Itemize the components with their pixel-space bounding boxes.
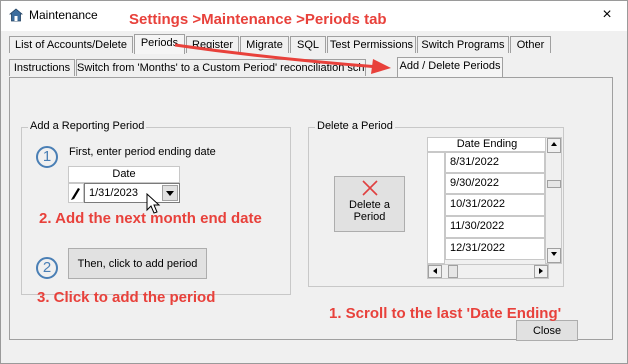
- date-dropdown-button[interactable]: [162, 185, 178, 201]
- annotation-step2: 2. Add the next month end date: [39, 210, 262, 227]
- vertical-scrollbar[interactable]: [545, 137, 562, 264]
- maintenance-window: Maintenance × List of Accounts/Delete Pe…: [0, 0, 628, 364]
- annotation-step1: 1. Scroll to the last 'Date Ending': [329, 305, 562, 322]
- delete-period-button[interactable]: Delete a Period: [334, 176, 405, 232]
- home-icon: [9, 8, 23, 22]
- horizontal-scroll-thumb[interactable]: [448, 265, 458, 278]
- row-indicator: [68, 183, 84, 203]
- date-ending-header: Date Ending: [427, 137, 547, 152]
- annotation-header: Settings >Maintenance >Periods tab: [129, 11, 387, 28]
- close-icon[interactable]: ×: [595, 5, 619, 25]
- scroll-right-icon[interactable]: [534, 265, 548, 278]
- step1-circle: 1: [36, 146, 58, 168]
- delete-group-label: Delete a Period: [315, 120, 395, 132]
- horizontal-scrollbar[interactable]: [427, 264, 549, 279]
- table-row[interactable]: 11/30/2022: [445, 216, 545, 238]
- step1-text: First, enter period ending date: [69, 146, 216, 158]
- pencil-icon: [71, 188, 80, 200]
- tab-add-delete-periods[interactable]: Add / Delete Periods: [397, 57, 503, 77]
- tab-list-of-accounts[interactable]: List of Accounts/Delete: [9, 36, 133, 53]
- close-button[interactable]: Close: [516, 320, 578, 341]
- table-row[interactable]: 8/31/2022: [445, 152, 545, 173]
- annotation-step3: 3. Click to add the period: [37, 289, 216, 306]
- tab-instructions[interactable]: Instructions: [9, 59, 75, 76]
- delete-period-group: Delete a Period Delete a Period Date End…: [308, 120, 564, 287]
- scroll-up-icon[interactable]: [547, 138, 561, 153]
- add-period-button[interactable]: Then, click to add period: [68, 248, 207, 279]
- tab-switch-programs[interactable]: Switch Programs: [417, 36, 509, 53]
- delete-button-label: Delete a Period: [349, 199, 390, 223]
- step2-circle: 2: [36, 257, 58, 279]
- vertical-scroll-thumb[interactable]: [547, 180, 561, 188]
- scroll-down-icon[interactable]: [547, 248, 561, 263]
- tab-other[interactable]: Other: [510, 36, 551, 53]
- table-row[interactable]: 9/30/2022: [445, 173, 545, 194]
- red-arrow-icon: [174, 43, 391, 74]
- dropdown-arrow-icon: [166, 191, 174, 196]
- table-row[interactable]: 12/31/2022: [445, 238, 545, 260]
- scroll-left-icon[interactable]: [428, 265, 442, 278]
- grid-row-selector: [427, 152, 445, 264]
- date-column-header: Date: [68, 166, 180, 183]
- delete-x-icon: [361, 180, 378, 196]
- table-row[interactable]: 10/31/2022: [445, 194, 545, 216]
- window-title: Maintenance: [29, 8, 98, 22]
- add-group-label: Add a Reporting Period: [28, 120, 147, 132]
